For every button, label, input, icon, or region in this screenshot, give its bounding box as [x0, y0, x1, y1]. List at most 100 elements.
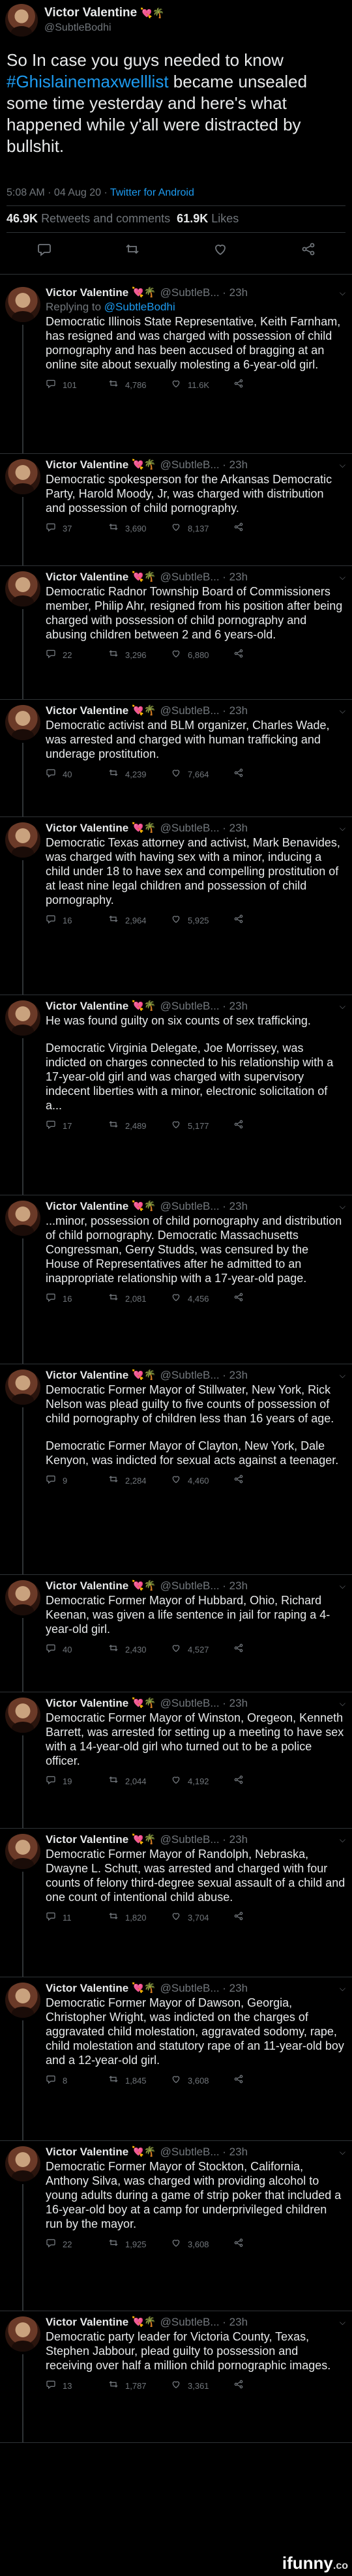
likes-label[interactable]: Likes: [211, 212, 239, 225]
reply-retweet-button[interactable]: 1,925: [108, 2238, 171, 2251]
heart-icon[interactable]: [171, 1775, 181, 1788]
chevron-down-icon[interactable]: ⌵: [340, 458, 345, 472]
reply-like-button[interactable]: 3,361: [171, 2379, 233, 2393]
heart-icon[interactable]: [171, 378, 181, 392]
reply-like-button[interactable]: 3,704: [171, 1911, 233, 1925]
reply-display-name[interactable]: Victor Valentine: [46, 704, 128, 718]
retweet-icon[interactable]: [108, 768, 119, 781]
avatar[interactable]: [5, 822, 40, 858]
avatar[interactable]: [5, 1580, 40, 1615]
reply-tweet[interactable]: Victor Valentine 💘🌴 @SubtleB... · 23h ⌵ Demo…: [0, 817, 352, 995]
reply-comment-button[interactable]: 16: [46, 1292, 108, 1306]
reply-like-button[interactable]: 8,137: [171, 522, 233, 535]
reply-tweet[interactable]: Victor Valentine 💘🌴 @SubtleB... · 23h ⌵ Demo…: [0, 566, 352, 700]
reply-share-button[interactable]: [233, 2238, 296, 2251]
share-icon[interactable]: [233, 378, 244, 392]
comment-icon[interactable]: [46, 522, 56, 535]
likes-count[interactable]: 61.9K: [177, 212, 208, 225]
comment-icon[interactable]: [46, 1911, 56, 1925]
avatar[interactable]: [5, 1834, 40, 1869]
avatar[interactable]: [5, 1983, 40, 2018]
heart-icon[interactable]: [171, 1643, 181, 1656]
retweet-icon[interactable]: [108, 914, 119, 927]
reply-share-button[interactable]: [233, 1292, 296, 1306]
share-icon[interactable]: [233, 1119, 244, 1133]
heart-icon[interactable]: [171, 1292, 181, 1306]
reply-comment-button[interactable]: 37: [46, 522, 108, 535]
reply-like-button[interactable]: 4,527: [171, 1643, 233, 1656]
chevron-down-icon[interactable]: ⌵: [340, 1579, 345, 1593]
reply-tweet[interactable]: Victor Valentine 💘🌴 @SubtleB... · 23h ⌵ ...m…: [0, 1195, 352, 1364]
reply-retweet-button[interactable]: 2,489: [108, 1119, 171, 1133]
retweet-icon[interactable]: [108, 1474, 119, 1488]
chevron-down-icon[interactable]: ⌵: [340, 286, 345, 300]
retweet-icon[interactable]: [108, 1643, 119, 1656]
comment-icon[interactable]: [46, 1775, 56, 1788]
reply-display-name[interactable]: Victor Valentine: [46, 1368, 128, 1383]
reply-share-button[interactable]: [233, 1119, 296, 1133]
reply-retweet-button[interactable]: 2,430: [108, 1643, 171, 1656]
retweet-icon[interactable]: [108, 648, 119, 662]
heart-icon[interactable]: [171, 1474, 181, 1488]
reply-handle-time[interactable]: @SubtleB... · 23h: [160, 458, 248, 472]
reply-like-button[interactable]: 4,456: [171, 1292, 233, 1306]
reply-retweet-button[interactable]: 2,044: [108, 1775, 171, 1788]
display-name[interactable]: Victor Valentine: [44, 6, 137, 20]
reply-display-name[interactable]: Victor Valentine: [46, 1199, 128, 1214]
avatar[interactable]: [5, 1000, 40, 1036]
reply-share-button[interactable]: [233, 914, 296, 927]
heart-icon[interactable]: [171, 1119, 181, 1133]
reply-handle-time[interactable]: @SubtleB... · 23h: [160, 704, 248, 718]
share-icon[interactable]: [233, 2074, 244, 2088]
avatar[interactable]: [5, 1201, 40, 1236]
share-icon[interactable]: [233, 2238, 244, 2251]
chevron-down-icon[interactable]: ⌵: [340, 821, 345, 835]
retweet-icon[interactable]: [108, 1911, 119, 1925]
avatar[interactable]: [5, 571, 40, 607]
share-icon[interactable]: [233, 1775, 244, 1788]
retweet-icon[interactable]: [108, 1775, 119, 1788]
reply-share-button[interactable]: [233, 1775, 296, 1788]
reply-comment-button[interactable]: 19: [46, 1775, 108, 1788]
avatar[interactable]: [5, 287, 40, 322]
share-icon[interactable]: [233, 522, 244, 535]
reply-display-name[interactable]: Victor Valentine: [46, 286, 128, 300]
heart-icon[interactable]: [171, 2379, 181, 2393]
display-name-row[interactable]: Victor Valentine 💘🌴: [44, 6, 165, 21]
reply-like-button[interactable]: 3,608: [171, 2238, 233, 2251]
reply-comment-button[interactable]: 13: [46, 2379, 108, 2393]
reply-tweet[interactable]: Victor Valentine 💘🌴 @SubtleB... · 23h ⌵ Demo…: [0, 2141, 352, 2311]
retweet-icon[interactable]: [108, 522, 119, 535]
reply-retweet-button[interactable]: 1,845: [108, 2074, 171, 2088]
reply-handle-time[interactable]: @SubtleB... · 23h: [160, 1696, 248, 1711]
chevron-down-icon[interactable]: ⌵: [340, 2145, 345, 2159]
reply-retweet-button[interactable]: 2,964: [108, 914, 171, 927]
reply-display-name[interactable]: Victor Valentine: [46, 458, 128, 472]
reply-like-button[interactable]: 5,925: [171, 914, 233, 927]
reply-handle-time[interactable]: @SubtleB... · 23h: [160, 1981, 248, 1996]
heart-icon[interactable]: [171, 648, 181, 662]
heart-icon[interactable]: [171, 2238, 181, 2251]
tweet-source-link[interactable]: Twitter for Android: [110, 187, 194, 198]
reply-share-button[interactable]: [233, 1911, 296, 1925]
retweet-icon[interactable]: [108, 1292, 119, 1306]
reply-share-button[interactable]: [233, 2379, 296, 2393]
reply-tweet[interactable]: Victor Valentine 💘🌴 @SubtleB... · 23h ⌵ Repl…: [0, 282, 352, 454]
chevron-down-icon[interactable]: ⌵: [340, 570, 345, 584]
heart-icon[interactable]: [171, 2074, 181, 2088]
avatar[interactable]: [5, 1698, 40, 1733]
chevron-down-icon[interactable]: ⌵: [340, 999, 345, 1013]
reply-display-name[interactable]: Victor Valentine: [46, 2315, 128, 2329]
avatar[interactable]: [5, 4, 38, 37]
share-icon[interactable]: [233, 2379, 244, 2393]
reply-retweet-button[interactable]: 3,296: [108, 648, 171, 662]
reply-comment-button[interactable]: 101: [46, 378, 108, 392]
reply-display-name[interactable]: Victor Valentine: [46, 1981, 128, 1996]
retweet-icon[interactable]: [108, 2379, 119, 2393]
retweet-icon[interactable]: [108, 1119, 119, 1133]
comment-icon[interactable]: [46, 648, 56, 662]
heart-icon[interactable]: [171, 768, 181, 781]
reply-handle-time[interactable]: @SubtleB... · 23h: [160, 999, 248, 1013]
reply-tweet[interactable]: Victor Valentine 💘🌴 @SubtleB... · 23h ⌵ Demo…: [0, 1829, 352, 1977]
reply-like-button[interactable]: 3,608: [171, 2074, 233, 2088]
